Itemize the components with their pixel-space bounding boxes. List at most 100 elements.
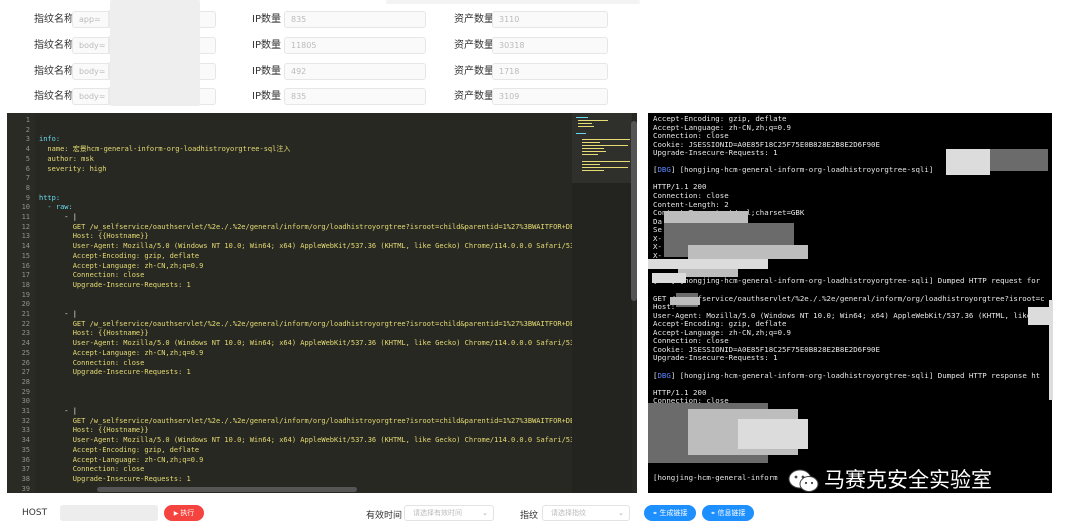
line-number: 12 xyxy=(21,222,30,231)
asset-count-input[interactable]: 1718 xyxy=(492,63,608,80)
terminal-line: Cookie: JSESSIONID=A0E85F18C25F75E0B828E… xyxy=(653,139,880,149)
line-number: 6 xyxy=(25,164,30,173)
redacted-block xyxy=(946,149,990,175)
line-number: 19 xyxy=(21,290,30,299)
code-line: - | xyxy=(39,213,77,221)
line-number: 8 xyxy=(25,183,30,192)
ip-count-label: IP数量 xyxy=(252,14,281,25)
line-number: 1 xyxy=(25,116,30,124)
fingerprint-name-label: 指纹名称 xyxy=(34,14,74,25)
line-number: 37 xyxy=(21,465,30,474)
terminal-line: HTTP/1.1 200 xyxy=(653,387,707,397)
redacted-block xyxy=(664,211,748,223)
line-number: 20 xyxy=(21,300,30,309)
valid-time-placeholder: 请选择有效时间 xyxy=(413,509,462,517)
asset-count-input[interactable]: 3109 xyxy=(492,88,608,105)
asset-count-label: 资产数量 xyxy=(454,14,494,25)
line-number: 11 xyxy=(21,213,30,221)
code-line: severity: high xyxy=(39,164,107,173)
ip-count-input[interactable]: 835 xyxy=(284,88,426,105)
info-link-button[interactable]: ⚭ 信息链接 xyxy=(702,505,754,521)
code-line: - | xyxy=(39,407,77,415)
line-number: 24 xyxy=(21,339,30,348)
redacted-block xyxy=(110,0,200,106)
fingerprint-select[interactable]: 请选择指纹 ⌄ xyxy=(542,505,630,521)
code-line: Connection: close xyxy=(39,271,145,280)
code-line: User-Agent: Mozilla/5.0 (Windows NT 10.0… xyxy=(39,339,575,348)
terminal-line: Accept-Encoding: gzip, deflate xyxy=(653,319,787,329)
generate-link-button[interactable]: ⚭ 生成链接 xyxy=(644,505,696,521)
line-number: 21 xyxy=(21,310,30,318)
code-editor[interactable]: 1 2 3 4 5 6 7 8 9 10 11 12 13 14 15 16 17 18 19 20 21 22 23 24 2… xyxy=(7,113,637,493)
watermark-text: 马赛克安全实验室 xyxy=(824,468,992,492)
line-number: 35 xyxy=(21,445,30,454)
ip-count-input[interactable]: 492 xyxy=(284,63,426,80)
code-line: Accept-Language: zh-CN,zh;q=0.9 xyxy=(39,348,204,357)
editor-minimap[interactable] xyxy=(572,113,632,493)
line-number: 23 xyxy=(21,329,30,338)
fingerprint-placeholder: 请选择指纹 xyxy=(551,509,586,517)
code-line: Host: {{Hostname}} xyxy=(39,329,149,338)
terminal-line: Content-Length: 2 xyxy=(653,199,729,209)
terminal-scrollbar[interactable] xyxy=(1049,300,1053,400)
redacted-block xyxy=(648,259,768,269)
terminal-line: Upgrade-Insecure-Requests: 1 xyxy=(653,353,778,363)
redacted-block xyxy=(678,269,738,277)
code-area[interactable]: info: name: 宏景hcm-general-inform-org-loa… xyxy=(35,113,575,493)
terminal-line: [hongjing-hcm-general-inform xyxy=(653,473,778,483)
line-number: 34 xyxy=(21,436,30,445)
terminal-line: Accept-Language: zh-CN,zh;q=0.9 xyxy=(653,327,791,337)
line-number-gutter: 1 2 3 4 5 6 7 8 9 10 11 12 13 14 15 16 17 18 19 20 21 22 23 24 2… xyxy=(7,113,35,493)
code-line: Connection: close xyxy=(39,465,145,474)
line-number: 22 xyxy=(21,319,30,328)
fingerprint-label: 指纹 xyxy=(520,511,539,521)
line-number: 29 xyxy=(21,387,30,396)
code-line: Host: {{Hostname}} xyxy=(39,426,149,435)
play-icon: ▶ xyxy=(173,510,179,517)
terminal-line: Accept-Encoding: gzip, deflate xyxy=(653,114,787,123)
line-number: 9 xyxy=(25,193,30,202)
redacted-block xyxy=(990,149,1048,171)
line-number: 3 xyxy=(25,135,30,144)
code-line: GET /w_selfservice/oauthservlet/%2e./.%2… xyxy=(39,416,575,425)
line-number: 2 xyxy=(25,125,30,134)
info-link-label: 信息链接 xyxy=(717,509,746,517)
log-text: ] [hongjing-hcm-general-inform-org-loadh… xyxy=(670,370,1041,380)
redacted-block xyxy=(670,297,700,305)
code-line: Accept-Language: zh-CN,zh;q=0.9 xyxy=(39,261,204,270)
line-number: 18 xyxy=(21,280,30,289)
valid-time-label: 有效时间 xyxy=(366,511,403,521)
ip-count-label: IP数量 xyxy=(252,91,281,102)
editor-vertical-scrollbar[interactable] xyxy=(631,121,637,301)
ip-count-input[interactable]: 835 xyxy=(284,11,426,28)
terminal-line: X- xyxy=(653,233,662,243)
line-number: 27 xyxy=(21,368,30,377)
chevron-down-icon: ⌄ xyxy=(618,509,624,517)
valid-time-select[interactable]: 请选择有效时间 ⌄ xyxy=(404,505,494,521)
log-level-tag: DBG xyxy=(657,165,671,175)
code-line: http: xyxy=(39,193,61,202)
fingerprint-rows: 指纹名称 app= IP数量 835 资产数量 3110 指纹名称 body= IP数量 1180… xyxy=(0,0,1080,110)
host-input[interactable] xyxy=(60,505,158,521)
code-line: GET /w_selfservice/oauthservlet/%2e./.%2… xyxy=(39,222,575,231)
ip-count-input[interactable]: 11805 xyxy=(284,37,426,54)
line-number: 14 xyxy=(21,242,30,251)
redacted-block xyxy=(738,419,808,449)
code-line: name: 宏景hcm-general-inform-org-loadhistr… xyxy=(39,145,291,154)
code-line: - raw: xyxy=(39,203,73,212)
line-number: 5 xyxy=(25,154,30,163)
ip-count-label: IP数量 xyxy=(252,66,281,77)
line-number: 38 xyxy=(21,474,30,483)
terminal-line: [INF] [hongjing-hcm-general-inform-org-l… xyxy=(653,276,1040,285)
execute-button[interactable]: ▶ 执行 xyxy=(164,505,204,521)
terminal-line: Da xyxy=(653,216,662,226)
asset-count-input[interactable]: 3110 xyxy=(492,11,608,28)
line-number: 30 xyxy=(21,397,30,406)
fingerprint-name-label: 指纹名称 xyxy=(34,40,74,51)
link-icon: ⚭ xyxy=(652,510,658,517)
editor-horizontal-scrollbar[interactable] xyxy=(97,487,357,492)
asset-count-input[interactable]: 30318 xyxy=(492,37,608,54)
asset-count-label: 资产数量 xyxy=(454,40,494,51)
redacted-block xyxy=(648,433,678,463)
terminal-output[interactable]: [hongjing-hcm-general-inform Content-Leng… xyxy=(648,113,1052,493)
